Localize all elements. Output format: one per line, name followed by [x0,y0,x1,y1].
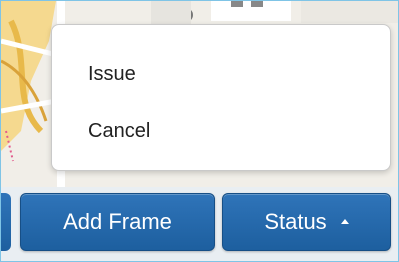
add-frame-button[interactable]: Add Frame [20,193,215,251]
partial-toolbar-button[interactable] [1,193,11,251]
add-frame-label: Add Frame [63,209,172,234]
bottom-toolbar: Add Frame Status [1,187,398,261]
status-dropdown-menu: Issue Cancel [51,24,391,171]
status-label: Status [264,209,327,234]
status-button[interactable]: Status [222,193,391,251]
menu-item-issue[interactable]: Issue [88,63,136,86]
menu-item-cancel[interactable]: Cancel [88,120,150,143]
caret-up-icon [340,218,349,224]
screenshot-frame: Issue Cancel Add Frame Status [0,0,399,262]
